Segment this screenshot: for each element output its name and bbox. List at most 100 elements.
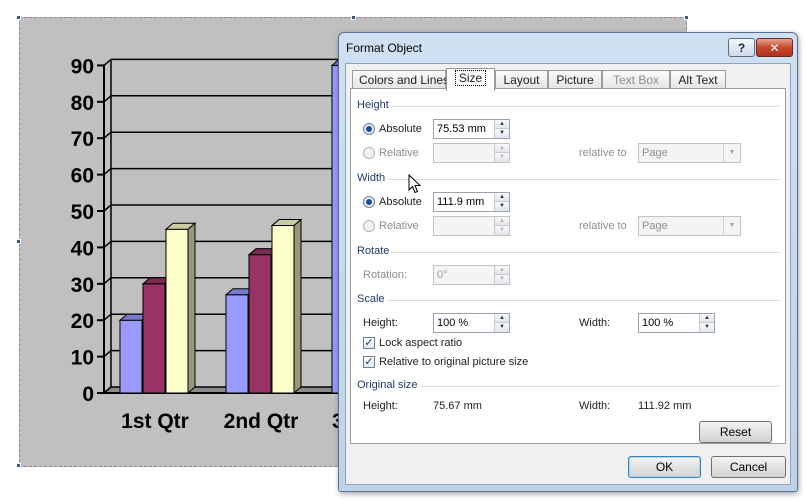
spin-up-icon[interactable]: ▲ <box>700 314 714 323</box>
spin-up-icon[interactable]: ▲ <box>495 193 509 202</box>
relative-original-size-checkbox[interactable]: ✓ <box>363 356 375 368</box>
scale-width-spin-arrows: ▲ ▼ <box>699 314 714 332</box>
height-relative-to-label: relative to <box>579 147 627 159</box>
gridline-depth <box>103 350 112 358</box>
format-object-dialog: Format Object ? ✕ Colors and Lines Size … <box>338 32 798 492</box>
y-tick-label: 0 <box>82 383 94 406</box>
height-absolute-value: 75.53 mm <box>437 123 486 135</box>
height-absolute-spin-arrows: ▲ ▼ <box>494 120 509 138</box>
x-category-label: 2nd Qtr <box>224 410 299 433</box>
height-absolute-radio[interactable] <box>363 123 375 135</box>
width-absolute-radio[interactable] <box>363 196 375 208</box>
width-absolute-label: Absolute <box>379 196 422 208</box>
tab-colors-and-lines[interactable]: Colors and Lines <box>352 70 449 89</box>
rotation-spin-arrows: ▲ ▼ <box>494 266 509 284</box>
spin-up-icon: ▲ <box>495 144 509 153</box>
y-tick-label: 80 <box>71 92 94 115</box>
scale-height-label: Height: <box>363 317 398 329</box>
gridline-depth <box>103 168 112 176</box>
original-width-value: 111.92 mm <box>638 400 692 412</box>
bar-side-3-2 <box>293 218 302 395</box>
y-tick-label: 70 <box>71 128 94 151</box>
width-absolute-spin-arrows: ▲ ▼ <box>494 193 509 211</box>
tab-text-box: Text Box <box>602 70 670 89</box>
rotate-section-title: Rotate <box>357 245 390 257</box>
width-relative-to-value: Page <box>642 220 668 232</box>
original-height-value: 75.67 mm <box>433 400 482 412</box>
spin-up-icon[interactable]: ▲ <box>495 314 509 323</box>
tab-alt-text[interactable]: Alt Text <box>670 70 726 89</box>
close-icon: ✕ <box>769 40 780 55</box>
spin-down-icon[interactable]: ▼ <box>495 202 509 211</box>
close-button[interactable]: ✕ <box>756 38 793 57</box>
y-tick-label: 20 <box>71 310 94 333</box>
original-height-label: Height: <box>363 400 398 412</box>
tab-layout[interactable]: Layout <box>495 70 548 89</box>
resize-handle-top-middle[interactable] <box>351 15 356 20</box>
gridline-depth <box>103 204 112 212</box>
bar-series-3-1 <box>165 228 189 394</box>
scale-height-value: 100 % <box>437 317 469 329</box>
cancel-button[interactable]: Cancel <box>711 456 786 478</box>
scale-width-spinner[interactable]: 100 % ▲ ▼ <box>638 313 715 333</box>
width-relative-spinner: ▲ ▼ <box>433 216 510 236</box>
original-size-section-divider <box>421 386 779 387</box>
scale-height-spin-arrows: ▲ ▼ <box>494 314 509 332</box>
resize-handle-middle-left[interactable] <box>16 239 21 244</box>
width-relative-spin-arrows: ▲ ▼ <box>494 217 509 235</box>
height-relative-to-value: Page <box>642 147 668 159</box>
bar-series-1-2 <box>225 294 249 394</box>
resize-handle-top-left[interactable] <box>16 15 21 20</box>
width-section-divider <box>387 179 779 180</box>
spin-down-icon[interactable]: ▼ <box>495 129 509 138</box>
spin-up-icon[interactable]: ▲ <box>495 120 509 129</box>
height-absolute-spinner[interactable]: 75.53 mm ▲ ▼ <box>433 119 510 139</box>
height-relative-radio[interactable] <box>363 147 375 159</box>
resize-handle-bottom-left[interactable] <box>16 463 21 468</box>
y-tick-label: 60 <box>71 165 94 188</box>
lock-aspect-ratio-checkbox[interactable]: ✓ <box>363 337 375 349</box>
tab-picture[interactable]: Picture <box>548 70 602 89</box>
spin-down-icon: ▼ <box>495 153 509 162</box>
width-relative-to-select: Page ▼ <box>638 216 741 236</box>
height-section-divider <box>391 106 779 107</box>
height-relative-spin-arrows: ▲ ▼ <box>494 144 509 162</box>
spin-up-icon: ▲ <box>495 266 509 275</box>
y-tick-label: 30 <box>71 274 94 297</box>
resize-handle-top-right[interactable] <box>684 15 689 20</box>
spin-down-icon: ▼ <box>495 226 509 235</box>
chevron-down-icon: ▼ <box>723 144 740 162</box>
spin-down-icon: ▼ <box>495 275 509 284</box>
gridline-depth <box>103 95 112 103</box>
height-relative-spinner: ▲ ▼ <box>433 143 510 163</box>
width-relative-label: Relative <box>379 220 419 232</box>
spin-down-icon[interactable]: ▼ <box>495 323 509 332</box>
gridline-depth <box>103 313 112 321</box>
reset-button[interactable]: Reset <box>699 421 772 443</box>
bar-series-2-2 <box>248 254 272 394</box>
ok-button[interactable]: OK <box>628 456 701 478</box>
width-relative-radio[interactable] <box>363 220 375 232</box>
bar-series-3-2 <box>271 225 295 394</box>
lock-aspect-ratio-label: Lock aspect ratio <box>379 337 463 349</box>
width-absolute-spinner[interactable]: 111.9 mm ▲ ▼ <box>433 192 510 212</box>
rotation-label: Rotation: <box>363 269 408 281</box>
width-section-title: Width <box>357 172 386 184</box>
x-category-label: 1st Qtr <box>121 410 189 433</box>
spin-up-icon: ▲ <box>495 217 509 226</box>
tab-size[interactable]: Size <box>446 68 495 91</box>
spin-down-icon[interactable]: ▼ <box>700 323 714 332</box>
width-relative-to-label: relative to <box>579 220 627 232</box>
rotation-value: 0° <box>437 269 448 281</box>
scale-height-spinner[interactable]: 100 % ▲ ▼ <box>433 313 510 333</box>
gridline-depth <box>103 58 112 66</box>
help-button[interactable]: ? <box>728 38 755 57</box>
bar-series-2-1 <box>142 283 166 394</box>
gridline-depth <box>103 131 112 139</box>
dialog-body: Colors and Lines Size Layout Picture Tex… <box>345 63 791 485</box>
bar-side-3-1 <box>187 222 196 395</box>
y-tick-label: 90 <box>71 55 94 78</box>
height-section-title: Height <box>357 99 389 111</box>
gridline-depth <box>103 277 112 285</box>
scale-section-divider <box>387 300 779 301</box>
